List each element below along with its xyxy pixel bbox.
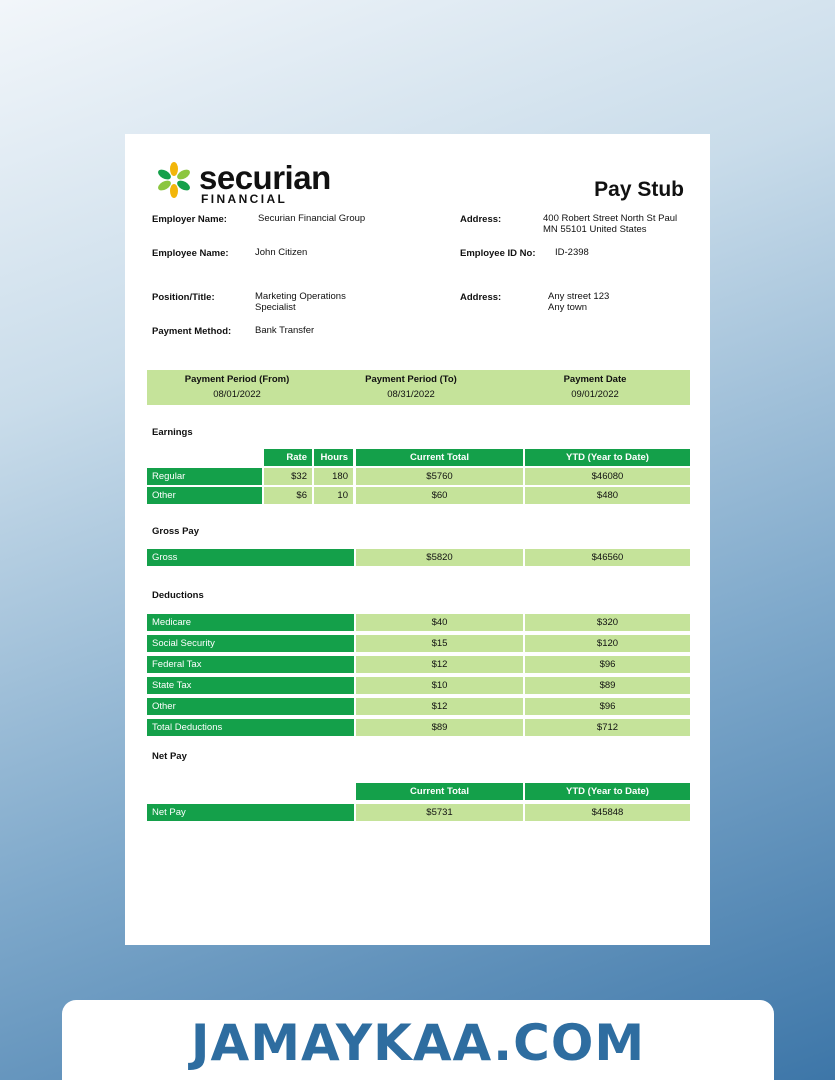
employee-name-label: Employee Name: (152, 248, 229, 259)
earnings-header-current: Current Total (356, 449, 523, 466)
gross-pay-section-title: Gross Pay (152, 526, 199, 537)
period-from-label: Payment Period (From) (184, 374, 290, 385)
net-pay-label: Net Pay (147, 804, 354, 821)
securian-flower-icon (158, 162, 190, 198)
period-to-value: 08/31/2022 (387, 389, 435, 400)
deduction-current: $12 (356, 698, 523, 715)
earnings-row-label: Other (147, 487, 262, 504)
earnings-row-ytd: $480 (525, 487, 690, 504)
earnings-row-hours: 180 (314, 468, 353, 485)
deduction-label: Other (147, 698, 354, 715)
net-header-ytd: YTD (Year to Date) (525, 783, 690, 800)
payment-period-band: Payment Period (From) 08/01/2022 Payment… (147, 370, 690, 405)
page-title: Pay Stub (594, 178, 684, 201)
period-from-value: 08/01/2022 (213, 389, 261, 400)
deduction-label: Total Deductions (147, 719, 354, 736)
employee-address-label: Address: (460, 292, 502, 303)
deduction-ytd: $712 (525, 719, 690, 736)
earnings-row-ytd: $46080 (525, 468, 690, 485)
earnings-row-label: Regular (147, 468, 262, 485)
payment-method-label: Payment Method: (152, 326, 232, 337)
payment-date-label: Payment Date (563, 374, 627, 385)
company-logo: securian FINANCIAL (153, 159, 343, 206)
deduction-current: $12 (356, 656, 523, 673)
earnings-header-hours: Hours (314, 449, 353, 466)
earnings-section-title: Earnings (152, 427, 193, 438)
employee-address-line2: Any town (548, 302, 588, 313)
employee-id-value: ID-2398 (555, 247, 589, 258)
deduction-current: $40 (356, 614, 523, 631)
deduction-ytd: $320 (525, 614, 690, 631)
deduction-label: Social Security (147, 635, 354, 652)
watermark-text: JAMAYKAA.COM (190, 1014, 646, 1072)
logo-wordmark: securian (199, 159, 331, 196)
deduction-current: $89 (356, 719, 523, 736)
gross-label: Gross (147, 549, 354, 566)
employer-address-label: Address: (460, 214, 502, 225)
earnings-row-rate: $6 (264, 487, 312, 504)
position-label: Position/Title: (152, 292, 215, 303)
net-pay-section-title: Net Pay (152, 751, 187, 762)
gross-current: $5820 (356, 549, 523, 566)
deduction-label: Federal Tax (147, 656, 354, 673)
payment-date-value: 09/01/2022 (571, 389, 619, 400)
period-to-label: Payment Period (To) (365, 374, 457, 385)
deduction-current: $15 (356, 635, 523, 652)
position-line2: Specialist (255, 302, 296, 313)
watermark-banner: JAMAYKAA.COM (62, 1000, 774, 1080)
deduction-current: $10 (356, 677, 523, 694)
earnings-row-hours: 10 (314, 487, 353, 504)
deduction-ytd: $120 (525, 635, 690, 652)
net-pay-current: $5731 (356, 804, 523, 821)
deduction-ytd: $96 (525, 656, 690, 673)
deduction-label: State Tax (147, 677, 354, 694)
employer-address-line2: MN 55101 United States (543, 224, 647, 235)
earnings-row-current: $5760 (356, 468, 523, 485)
deduction-label: Medicare (147, 614, 354, 631)
earnings-row-rate: $32 (264, 468, 312, 485)
gross-ytd: $46560 (525, 549, 690, 566)
pay-stub-document: securian FINANCIAL Pay Stub Employer Nam… (125, 134, 710, 945)
employee-name-value: John Citizen (255, 247, 308, 258)
net-pay-ytd: $45848 (525, 804, 690, 821)
earnings-header-rate: Rate (264, 449, 312, 466)
employer-name-value: Securian Financial Group (258, 213, 366, 224)
logo-subtitle: FINANCIAL (201, 192, 288, 206)
employee-id-label: Employee ID No: (460, 248, 536, 259)
payment-method-value: Bank Transfer (255, 325, 315, 336)
deduction-ytd: $89 (525, 677, 690, 694)
employer-name-label: Employer Name: (152, 214, 227, 225)
deductions-section-title: Deductions (152, 590, 204, 601)
net-header-current: Current Total (356, 783, 523, 800)
deduction-ytd: $96 (525, 698, 690, 715)
earnings-row-current: $60 (356, 487, 523, 504)
earnings-header-ytd: YTD (Year to Date) (525, 449, 690, 466)
